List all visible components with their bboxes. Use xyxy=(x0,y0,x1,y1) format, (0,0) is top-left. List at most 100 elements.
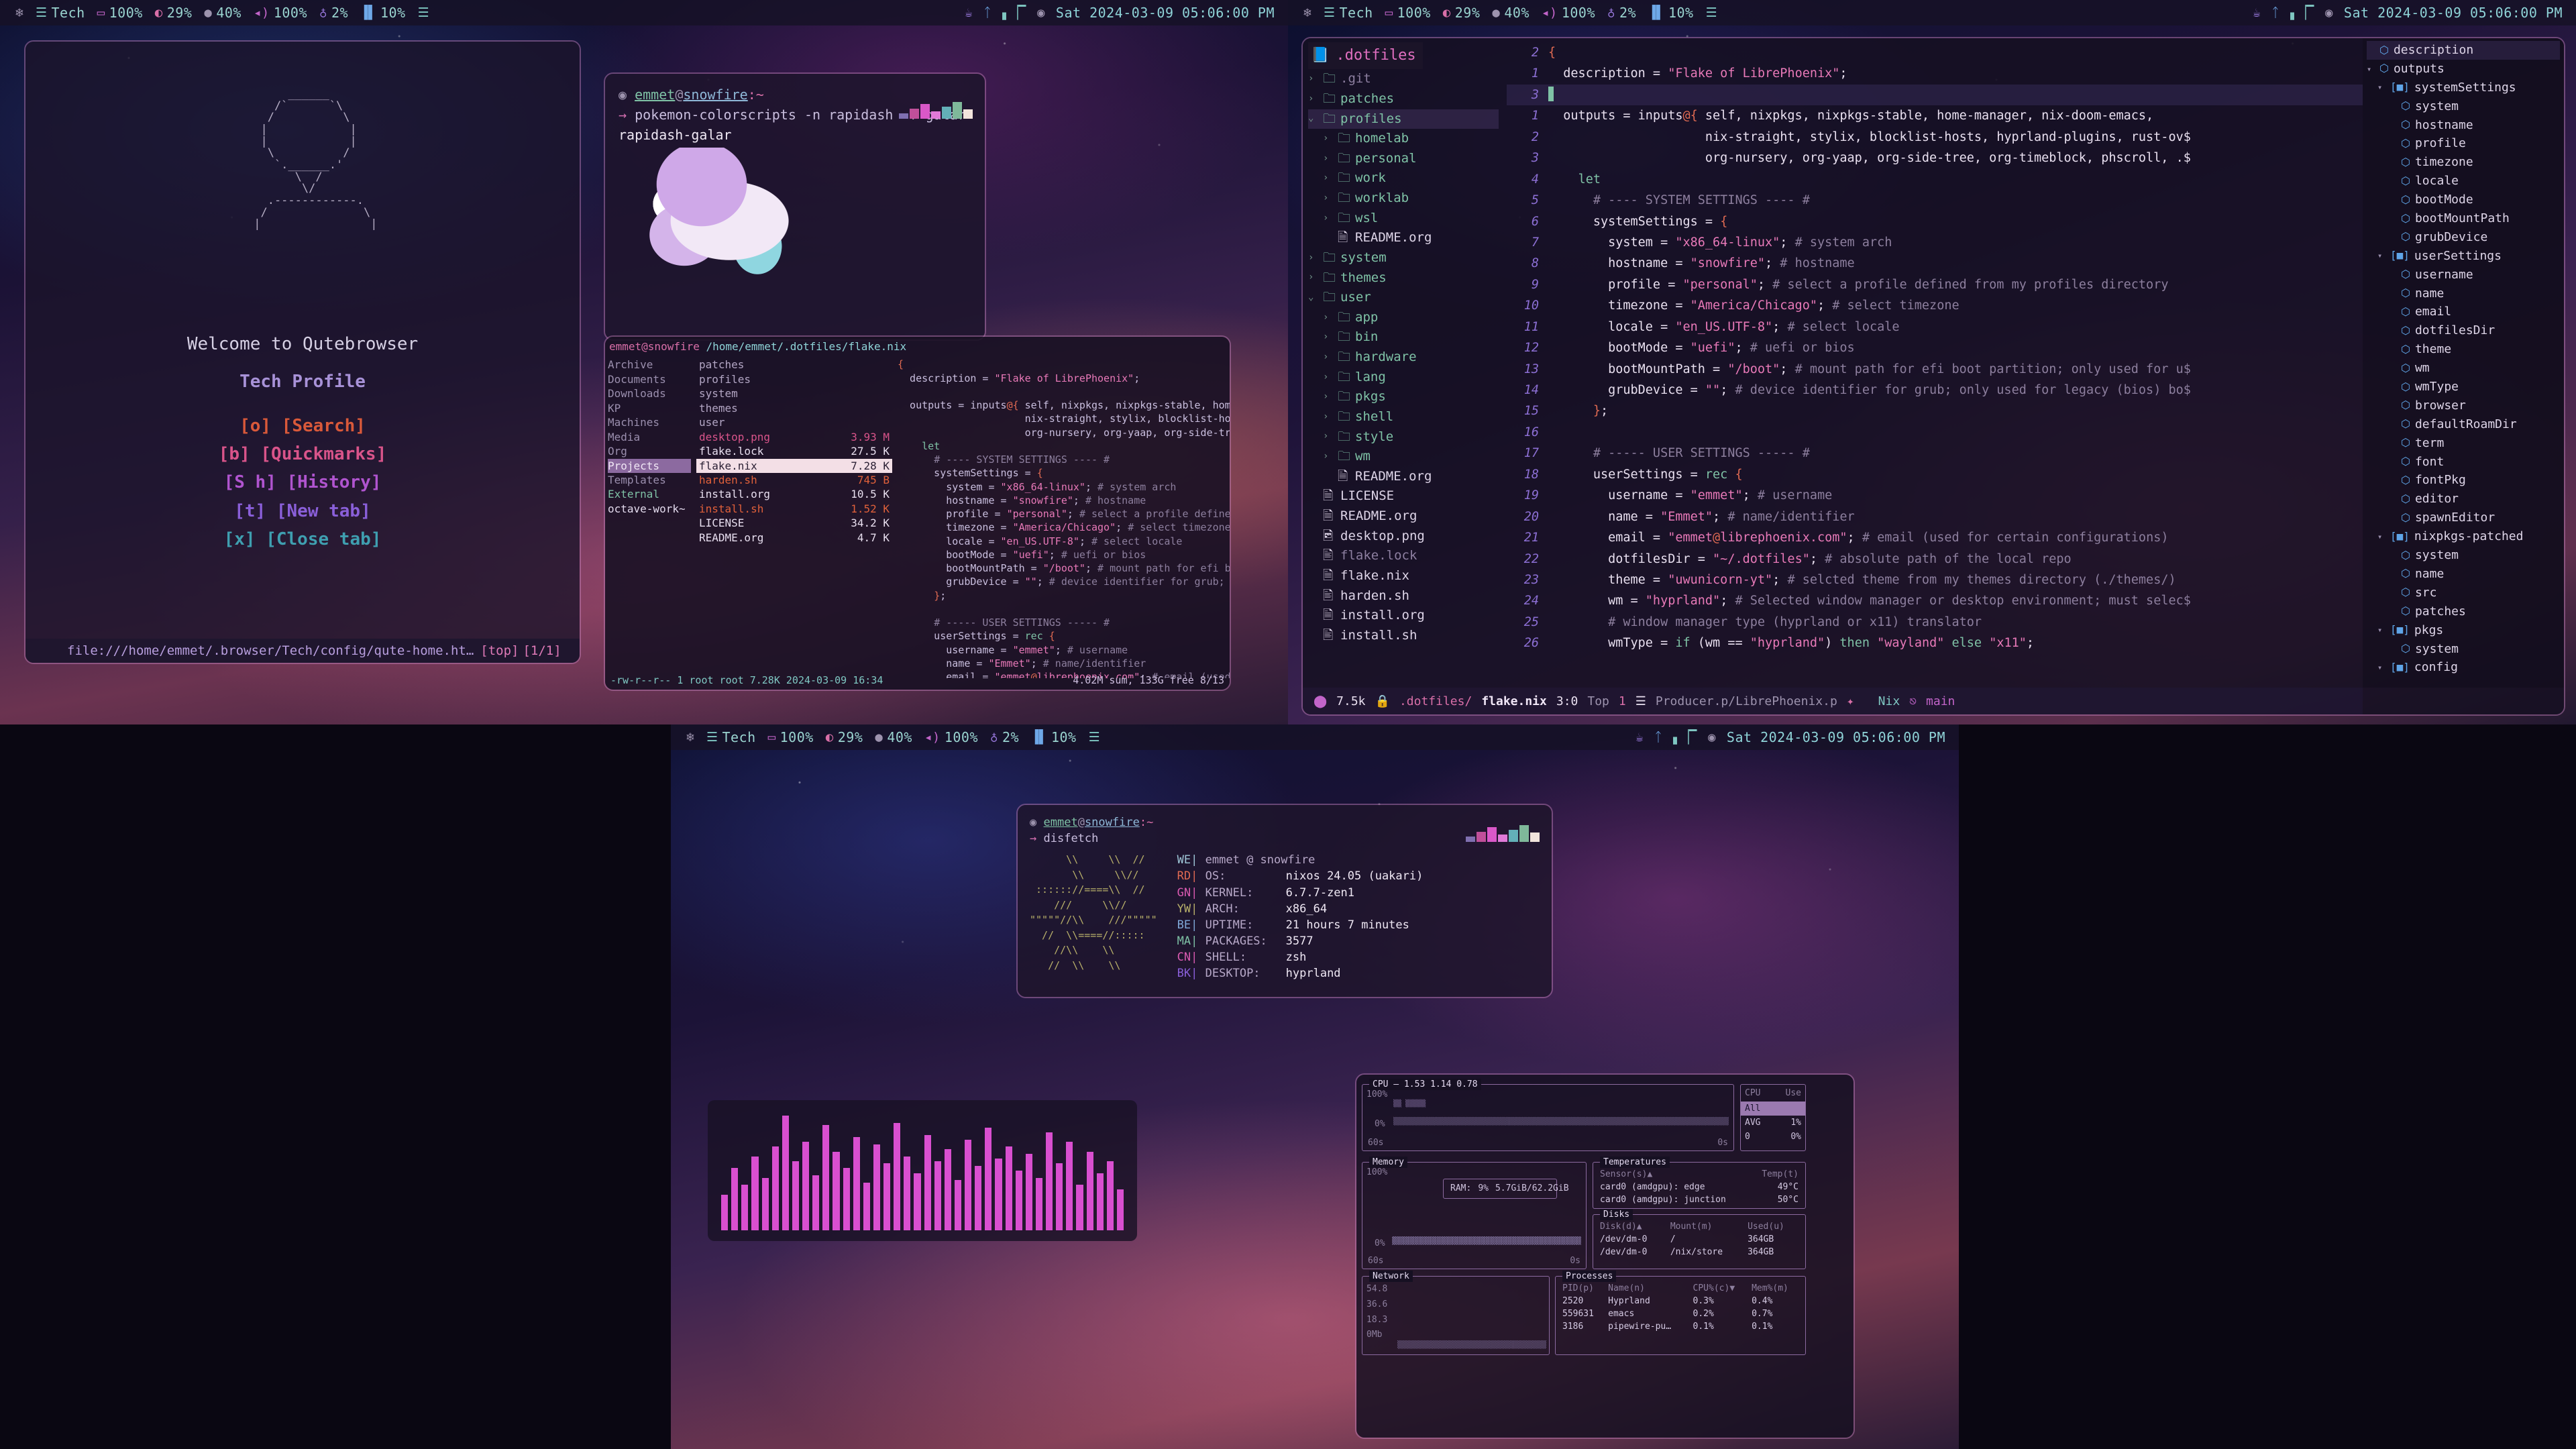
imenu-item[interactable]: ⬡ email xyxy=(2367,303,2560,321)
imenu-item[interactable]: ⬡ name xyxy=(2367,284,2560,303)
ranger-file-row[interactable]: flake.nix 7.28 K xyxy=(696,458,892,473)
imenu-item[interactable]: ⬡ system xyxy=(2367,546,2560,565)
ranger-parent-item[interactable]: Templates xyxy=(608,473,691,487)
imenu-item[interactable]: ▾ ⬡ outputs xyxy=(2367,60,2560,78)
emacs-imenu-sidebar[interactable]: ⬡ description ▾ ⬡ outputs ▾ [■] systemSettings ⬡… xyxy=(2363,38,2564,688)
bar-module-nixos-snowflake-icon[interactable]: ❄ xyxy=(9,6,30,19)
treemacs-item[interactable]: › 🗀 bin xyxy=(1308,327,1499,347)
cpu-use-row[interactable]: 0 0% xyxy=(1741,1130,1805,1144)
ranger-file-row[interactable]: LICENSE 34.2 K xyxy=(696,516,892,530)
ranger-parent-item[interactable]: Downloads xyxy=(608,386,691,400)
chevron-right-icon[interactable]: › xyxy=(1323,152,1332,166)
disks-column-header[interactable]: Used(u) xyxy=(1745,1220,1801,1233)
treemacs-item[interactable]: 🖻 desktop.png xyxy=(1308,527,1499,547)
treemacs-item[interactable]: › 🗀 system xyxy=(1308,248,1499,268)
bar-module-cpu-temp-icon[interactable]: ◐ 29% xyxy=(820,729,869,745)
bar-module-workspace-icon[interactable]: ☰ Tech xyxy=(30,5,91,21)
treemacs-item[interactable]: ⌄ 🗀 user xyxy=(1308,288,1499,308)
ranger-parent-item[interactable]: Archive xyxy=(608,358,691,372)
qutebrowser-shortcut[interactable]: [x] [Close tab] xyxy=(25,525,580,553)
qutebrowser-shortcut[interactable]: [b] [Quickmarks] xyxy=(25,440,580,468)
imenu-item[interactable]: ⬡ browser xyxy=(2367,396,2560,415)
bar-module-workspace-icon[interactable]: ☰ Tech xyxy=(1318,5,1379,21)
bar-module-volume-icon[interactable]: ◂) 100% xyxy=(1536,5,1601,21)
bar-module-volume-icon[interactable]: ◂) 100% xyxy=(918,729,984,745)
chevron-right-icon[interactable]: › xyxy=(1323,330,1332,345)
ranger-file-row[interactable]: system xyxy=(696,386,892,400)
btop-monitor[interactable]: CPU — 1.53 1.14 0.78 100% 0% ▒▒▒▒▒▒▒▒▒▒▒… xyxy=(1356,1075,1854,1438)
chevron-right-icon[interactable]: › xyxy=(1308,72,1318,87)
network-signal-icon-2[interactable]: ▖▕▔ xyxy=(2290,6,2314,19)
treemacs-item[interactable]: › 🗀 wsl xyxy=(1308,209,1499,229)
emacs-window[interactable]: 📘 .dotfiles › 🗀 .git › 🗀 patches ⌄ 🗀 profiles › 🗀 h… xyxy=(1301,37,2565,716)
imenu-item[interactable]: ⬡ editor xyxy=(2367,490,2560,508)
treemacs-item[interactable]: ⌄ 🗀 profiles xyxy=(1308,109,1499,129)
imenu-item[interactable]: ⬡ dotfilesDir xyxy=(2367,321,2560,340)
treemacs-item[interactable]: › 🗀 style xyxy=(1308,427,1499,447)
cpu-use-row[interactable]: All xyxy=(1741,1102,1805,1116)
treemacs-item[interactable]: 🖹 install.sh xyxy=(1308,626,1499,646)
imenu-item[interactable]: ▾ [■] userSettings xyxy=(2367,247,2560,266)
bar-module-menu-icon[interactable]: ☰ xyxy=(412,6,436,19)
imenu-item[interactable]: ⬡ theme xyxy=(2367,340,2560,359)
ranger-file-row[interactable]: themes xyxy=(696,401,892,415)
bluetooth-icon-2[interactable]: ᛏ xyxy=(2271,6,2279,19)
disfetch-terminal-window[interactable]: ◉ emmet@snowfire:~ → disfetch \\ \\ // \… xyxy=(1016,804,1553,998)
treemacs-item[interactable]: › 🗀 app xyxy=(1308,308,1499,328)
ranger-file-row[interactable]: user xyxy=(696,415,892,429)
treemacs-item[interactable]: › 🗀 homelab xyxy=(1308,129,1499,149)
chevron-right-icon[interactable]: › xyxy=(1308,251,1318,266)
chevron-right-icon[interactable]: › xyxy=(1323,311,1332,325)
chevron-right-icon[interactable]: › xyxy=(1323,171,1332,186)
chevron-down-icon[interactable]: ▾ xyxy=(2377,661,2385,674)
coffee-icon-3[interactable]: ☕ xyxy=(1635,731,1644,744)
chevron-down-icon[interactable]: ▾ xyxy=(2377,250,2385,262)
ranger-file-row[interactable]: README.org 4.7 K xyxy=(696,531,892,545)
treemacs-item[interactable]: › 🗀 wm xyxy=(1308,447,1499,467)
processes-column-header[interactable]: Mem%(m) xyxy=(1749,1282,1801,1295)
imenu-item[interactable]: ⬡ wmType xyxy=(2367,378,2560,396)
bar-module-brightness-icon[interactable]: ● 40% xyxy=(1486,5,1536,21)
bar-module-brightness-icon[interactable]: ● 40% xyxy=(869,729,918,745)
bar-module-battery-icon[interactable]: ▭ 100% xyxy=(1379,5,1437,21)
bar-module-battery-icon[interactable]: ▭ 100% xyxy=(91,5,149,21)
disks-column-header[interactable]: Mount(m) xyxy=(1668,1220,1745,1233)
ranger-parent-item[interactable]: Documents xyxy=(608,372,691,386)
bar-module-battery-icon[interactable]: ▭ 100% xyxy=(762,729,820,745)
pokemon-terminal-window[interactable]: ◉ emmet@snowfire:~ → pokemon-colorscript… xyxy=(604,72,986,341)
bar-module-microphone-icon[interactable]: ♁ 2% xyxy=(984,729,1025,745)
bar-module-nixos-snowflake-icon[interactable]: ❄ xyxy=(680,731,700,744)
treemacs-item[interactable]: 🗎 README.org xyxy=(1308,506,1499,527)
temp-col-temp[interactable]: Temp(t) xyxy=(1752,1168,1801,1181)
emacs-treemacs-sidebar[interactable]: 📘 .dotfiles › 🗀 .git › 🗀 patches ⌄ 🗀 profiles › 🗀 h… xyxy=(1303,38,1504,688)
chevron-right-icon[interactable]: › xyxy=(1323,449,1332,464)
pokemon-terminal[interactable]: ◉ emmet@snowfire:~ → pokemon-colorscript… xyxy=(605,74,985,339)
ranger-parent-item[interactable]: External xyxy=(608,487,691,501)
chevron-down-icon[interactable]: ▾ xyxy=(2367,63,2375,76)
ranger-parent-column[interactable]: Archive Documents Downloads KP Machines Media… xyxy=(605,356,694,678)
imenu-item[interactable]: ⬡ profile xyxy=(2367,134,2560,153)
treemacs-item[interactable]: › 🗀 shell xyxy=(1308,407,1499,427)
chevron-right-icon[interactable]: › xyxy=(1323,390,1332,405)
bar-module-brightness-icon[interactable]: ● 40% xyxy=(198,5,248,21)
ranger-parent-item[interactable]: Org xyxy=(608,444,691,458)
imenu-item[interactable]: ⬡ bootMode xyxy=(2367,191,2560,209)
ranger-file-row[interactable]: patches xyxy=(696,358,892,372)
treemacs-item[interactable]: 🗎 README.org xyxy=(1308,467,1499,487)
chevron-right-icon[interactable]: › xyxy=(1308,270,1318,285)
treemacs-item[interactable]: 🗎 README.org xyxy=(1308,228,1499,248)
ranger-file-row[interactable]: profiles xyxy=(696,372,892,386)
network-signal-icon[interactable]: ▖▕▔ xyxy=(1002,6,1026,19)
chevron-down-icon[interactable]: ⌄ xyxy=(1308,111,1318,126)
chevron-right-icon[interactable]: › xyxy=(1323,131,1332,146)
treemacs-item[interactable]: › 🗀 pkgs xyxy=(1308,387,1499,407)
imenu-item[interactable]: ⬡ name xyxy=(2367,565,2560,584)
bluetooth-icon[interactable]: ᛏ xyxy=(983,6,991,19)
disfetch-terminal[interactable]: ◉ emmet@snowfire:~ → disfetch \\ \\ // \… xyxy=(1018,805,1552,997)
treemacs-item[interactable]: › 🗀 work xyxy=(1308,168,1499,189)
bar-module-volume-icon[interactable]: ◂) 100% xyxy=(248,5,313,21)
treemacs-item[interactable]: › 🗀 worklab xyxy=(1308,189,1499,209)
ranger-parent-item[interactable]: Projects xyxy=(608,458,691,473)
ranger-file-row[interactable]: install.sh 1.52 K xyxy=(696,502,892,516)
imenu-item[interactable]: ▾ [■] pkgs xyxy=(2367,621,2560,640)
